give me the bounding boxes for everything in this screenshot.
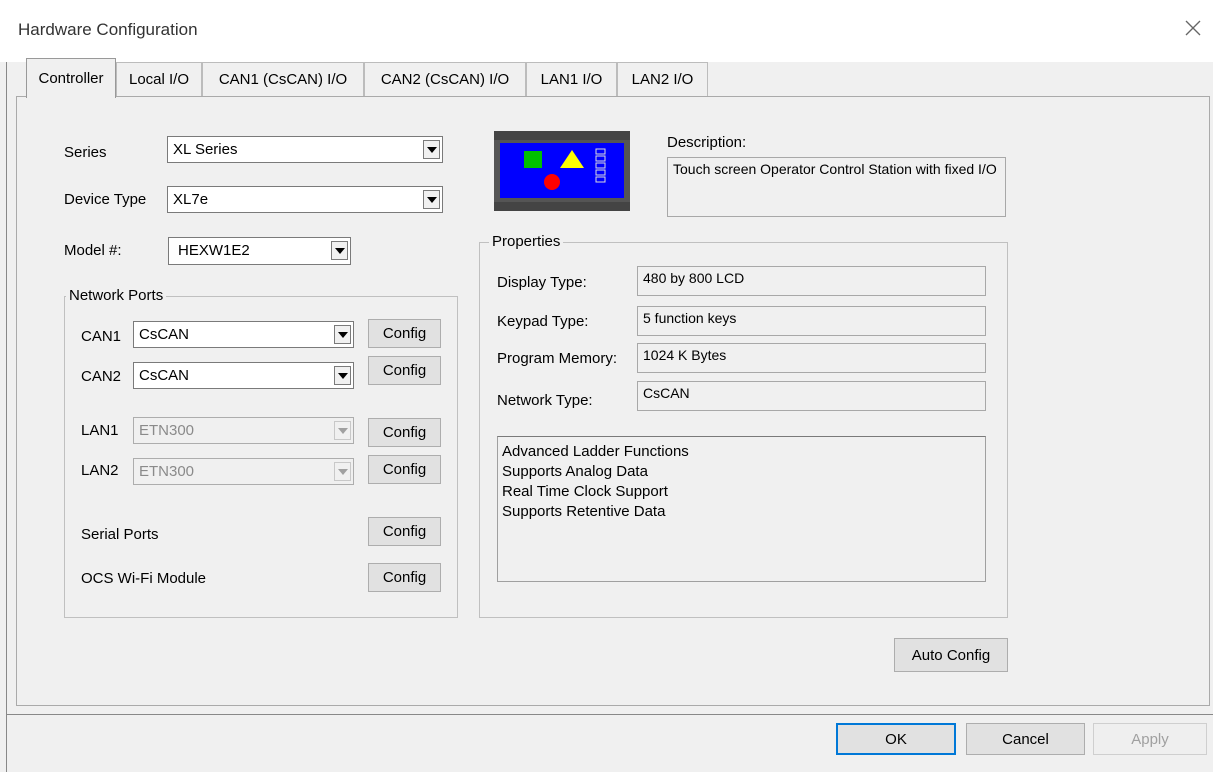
list-item: Supports Retentive Data	[502, 503, 666, 520]
close-icon[interactable]	[1183, 18, 1203, 38]
serial-ports-label: Serial Ports	[81, 526, 159, 543]
tab-lan1-io[interactable]: LAN1 I/O	[526, 62, 617, 96]
wifi-config-button[interactable]: Config	[368, 563, 441, 592]
model-label: Model #:	[64, 242, 122, 259]
device-type-value: XL7e	[173, 191, 209, 208]
description-text: Touch screen Operator Control Station wi…	[667, 157, 1006, 217]
keypad-type-label: Keypad Type:	[497, 313, 589, 330]
series-label: Series	[64, 144, 107, 161]
tab-label: CAN2 (CsCAN) I/O	[380, 71, 510, 88]
program-memory-value: 1024 K Bytes	[637, 343, 986, 373]
window-edge	[6, 62, 7, 772]
device-type-select[interactable]: XL7e	[167, 186, 443, 213]
model-value: HEXW1E2	[178, 242, 250, 259]
list-item: Supports Analog Data	[502, 463, 648, 480]
lan2-value: ETN300	[139, 463, 195, 480]
properties-legend: Properties	[489, 233, 564, 250]
network-type-value: CsCAN	[637, 381, 986, 411]
tab-label: LAN1 I/O	[540, 71, 603, 88]
chevron-down-icon[interactable]	[334, 325, 351, 344]
can2-value: CsCAN	[139, 367, 190, 384]
ok-button[interactable]: OK	[836, 723, 956, 755]
device-image	[494, 131, 630, 211]
lan1-select: ETN300	[133, 417, 354, 444]
list-item: Real Time Clock Support	[502, 483, 668, 500]
tab-local-io[interactable]: Local I/O	[116, 62, 202, 96]
features-list: Advanced Ladder Functions Supports Analo…	[497, 436, 986, 582]
network-ports-legend: Network Ports	[66, 287, 167, 304]
chevron-down-icon[interactable]	[423, 140, 440, 159]
can2-select[interactable]: CsCAN	[133, 362, 354, 389]
can2-config-button[interactable]: Config	[368, 356, 441, 385]
display-type-label: Display Type:	[497, 274, 587, 291]
tab-lan2-io[interactable]: LAN2 I/O	[617, 62, 708, 96]
separator	[6, 714, 1213, 715]
tab-label: Controller	[38, 70, 104, 87]
lan1-label: LAN1	[81, 422, 119, 439]
chevron-down-icon[interactable]	[423, 190, 440, 209]
cancel-button[interactable]: Cancel	[966, 723, 1085, 755]
lan1-value: ETN300	[139, 422, 195, 439]
lan2-config-button[interactable]: Config	[368, 455, 441, 484]
description-label: Description:	[667, 134, 747, 151]
tab-can1-io[interactable]: CAN1 (CsCAN) I/O	[202, 62, 364, 96]
can1-value: CsCAN	[139, 326, 190, 343]
apply-button: Apply	[1093, 723, 1207, 755]
list-item: Advanced Ladder Functions	[502, 443, 689, 460]
can1-label: CAN1	[81, 328, 122, 345]
network-type-label: Network Type:	[497, 392, 593, 409]
chevron-down-icon[interactable]	[334, 366, 351, 385]
tab-can2-io[interactable]: CAN2 (CsCAN) I/O	[364, 62, 526, 96]
model-select[interactable]: HEXW1E2	[168, 237, 351, 265]
series-value: XL Series	[173, 141, 238, 158]
wifi-module-label: OCS Wi-Fi Module	[81, 570, 207, 587]
program-memory-label: Program Memory:	[497, 350, 618, 367]
tab-label: LAN2 I/O	[631, 71, 694, 88]
lan1-config-button[interactable]: Config	[368, 418, 441, 447]
tab-controller[interactable]: Controller	[26, 58, 116, 98]
chevron-down-icon[interactable]	[331, 241, 348, 260]
lan2-label: LAN2	[81, 462, 119, 479]
display-type-value: 480 by 800 LCD	[637, 266, 986, 296]
chevron-down-icon	[334, 421, 351, 440]
series-select[interactable]: XL Series	[167, 136, 443, 163]
tab-label: Local I/O	[128, 71, 190, 88]
device-type-label: Device Type	[64, 191, 147, 208]
window-title: Hardware Configuration	[18, 20, 198, 39]
serial-ports-config-button[interactable]: Config	[368, 517, 441, 546]
chevron-down-icon	[334, 462, 351, 481]
auto-config-button[interactable]: Auto Config	[894, 638, 1008, 672]
can2-label: CAN2	[81, 368, 122, 385]
can1-select[interactable]: CsCAN	[133, 321, 354, 348]
keypad-type-value: 5 function keys	[637, 306, 986, 336]
can1-config-button[interactable]: Config	[368, 319, 441, 348]
tab-label: CAN1 (CsCAN) I/O	[218, 71, 348, 88]
lan2-select: ETN300	[133, 458, 354, 485]
